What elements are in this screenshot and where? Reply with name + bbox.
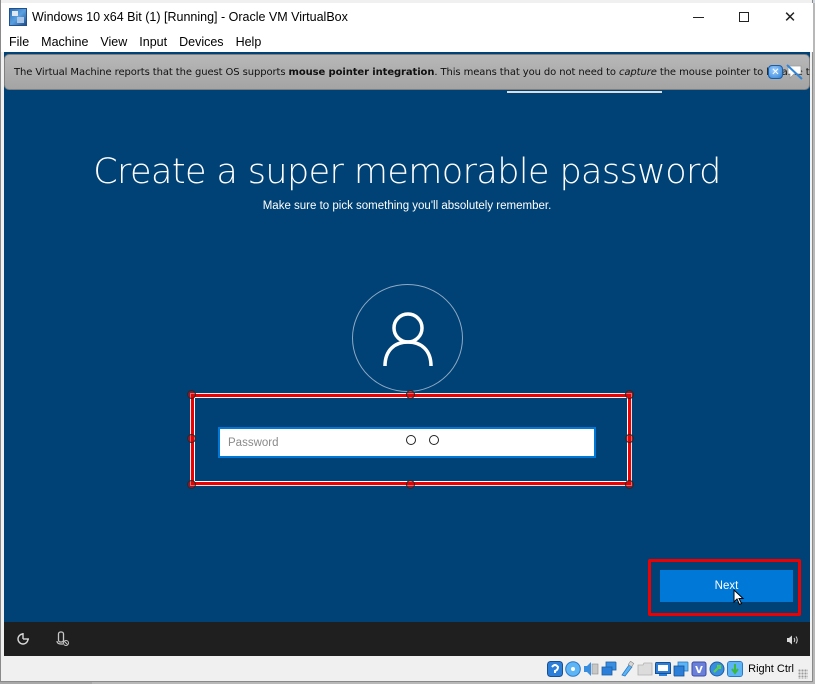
maximize-icon [739, 12, 749, 22]
virtualbox-app-icon [9, 8, 27, 26]
close-icon: ✕ [783, 7, 797, 26]
minimize-button[interactable] [675, 3, 721, 31]
notice-text-italic: capture [619, 66, 657, 78]
minimize-icon [692, 16, 704, 18]
avatar [352, 284, 463, 392]
resize-grip[interactable] [798, 669, 808, 679]
page-title: Create a super memorable password [93, 152, 721, 192]
usb-icon[interactable] [619, 660, 635, 677]
selection-handle[interactable] [187, 480, 196, 489]
menu-view[interactable]: View [94, 35, 133, 49]
optical-drive-icon[interactable] [565, 660, 581, 677]
audio-icon[interactable] [583, 661, 599, 677]
mouse-cursor-icon [733, 589, 745, 606]
svg-text:V: V [695, 665, 703, 676]
notice-text-part: The Virtual Machine reports that the gue… [14, 66, 289, 78]
annotation-ring [429, 435, 439, 445]
selection-handle[interactable] [625, 390, 634, 399]
notice-close-button[interactable]: ✕ [768, 65, 783, 79]
window-controls: ✕ [675, 3, 813, 31]
page-subtitle: Make sure to pick something you'll absol… [262, 200, 552, 212]
selection-handle[interactable] [406, 480, 415, 489]
selection-handle[interactable] [406, 390, 415, 399]
window-title: Windows 10 x64 Bit (1) [Running] - Oracl… [32, 10, 348, 24]
menu-help[interactable]: Help [230, 35, 268, 49]
menu-devices[interactable]: Devices [173, 35, 229, 49]
ease-of-access-icon[interactable] [16, 632, 30, 646]
selection-handle[interactable] [625, 480, 634, 489]
notice-text: The Virtual Machine reports that the gue… [14, 67, 810, 78]
display-icon[interactable] [655, 661, 672, 677]
menu-machine[interactable]: Machine [35, 35, 94, 49]
user-icon [382, 312, 433, 367]
title-bar[interactable]: Windows 10 x64 Bit (1) [Running] - Oracl… [1, 3, 813, 31]
microphone-muted-icon[interactable] [56, 631, 70, 647]
vm-display[interactable]: The Virtual Machine reports that the gue… [4, 52, 810, 656]
menu-bar: File Machine View Input Devices Help [1, 31, 813, 52]
keyboard-capture-icon[interactable] [727, 660, 744, 677]
cpu-virtualization-icon[interactable]: V [691, 661, 707, 677]
volume-icon[interactable] [786, 635, 799, 645]
mouse-integration-icon[interactable] [709, 661, 725, 677]
notice-scroll-indicator [507, 91, 662, 93]
close-button[interactable]: ✕ [767, 3, 813, 31]
close-icon: ✕ [771, 66, 780, 78]
virtualbox-window: Windows 10 x64 Bit (1) [Running] - Oracl… [0, 0, 813, 682]
annotation-ring [406, 435, 416, 445]
notice-text-part: . This means that you do not need to [434, 66, 619, 78]
menu-input[interactable]: Input [133, 35, 173, 49]
next-button[interactable]: Next [660, 570, 793, 602]
message-disable-icon[interactable] [786, 64, 803, 80]
menu-file[interactable]: File [3, 35, 35, 49]
video-capture-icon[interactable] [673, 661, 689, 677]
selection-handle[interactable] [187, 434, 196, 443]
mouse-integration-notice: The Virtual Machine reports that the gue… [4, 54, 810, 93]
shared-folders-icon[interactable] [637, 661, 653, 677]
hard-disk-icon[interactable] [547, 660, 564, 677]
oobe-bottom-bar [4, 622, 810, 656]
selection-handle[interactable] [187, 390, 196, 399]
notice-text-bold: mouse pointer integration [288, 66, 435, 78]
network-icon[interactable] [601, 661, 617, 677]
status-bar: V Right Ctrl [4, 656, 810, 681]
host-key-label: Right Ctrl [748, 662, 794, 675]
selection-handle[interactable] [625, 434, 634, 443]
maximize-button[interactable] [721, 3, 767, 31]
